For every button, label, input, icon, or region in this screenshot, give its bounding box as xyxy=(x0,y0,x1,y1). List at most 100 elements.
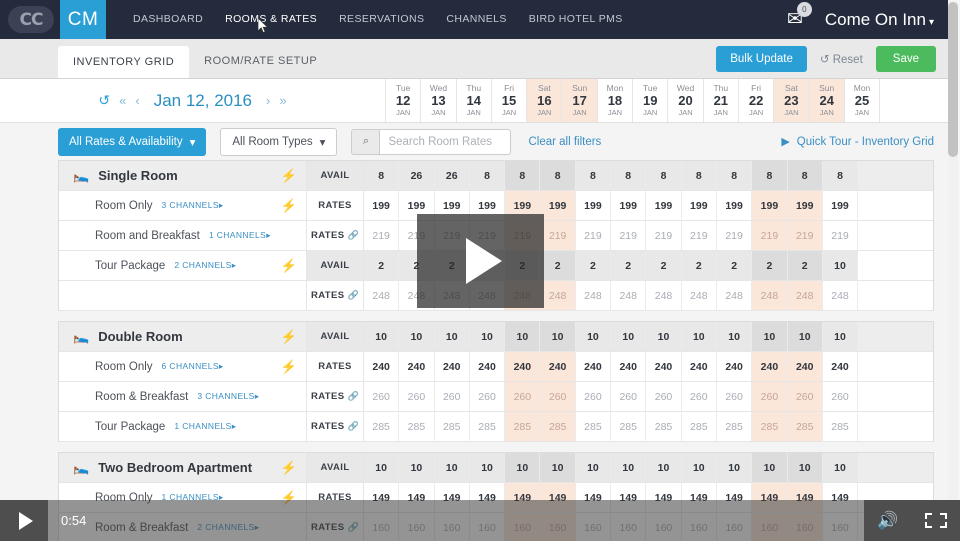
date-column-22[interactable]: Fri 22 JAN xyxy=(737,79,773,122)
grid-cell[interactable]: 8 xyxy=(646,161,682,190)
grid-cell[interactable]: 10 xyxy=(822,453,859,482)
grid-cell[interactable]: 10 xyxy=(611,322,647,351)
grid-cell[interactable]: 248 xyxy=(716,281,753,310)
grid-cell[interactable]: 8 xyxy=(822,161,859,190)
date-column-13[interactable]: Wed 13 JAN xyxy=(420,79,455,122)
grid-cell[interactable]: 10 xyxy=(364,322,400,351)
grid-cell[interactable]: 2 xyxy=(681,251,717,280)
grid-cell[interactable]: 10 xyxy=(434,453,470,482)
grid-cell[interactable]: 26 xyxy=(399,161,435,190)
lightning-bolt-icon[interactable]: ⚡ xyxy=(281,168,297,184)
video-play-overlay-button[interactable] xyxy=(417,214,544,308)
grid-cell[interactable]: 260 xyxy=(364,382,400,411)
grid-cell[interactable]: 285 xyxy=(611,412,647,441)
tab-inventory-grid[interactable]: INVENTORY GRID xyxy=(58,46,190,78)
room-types-dropdown[interactable]: All Room Types ▾ xyxy=(220,127,338,156)
messages-button[interactable]: ✉ 0 xyxy=(787,2,812,29)
grid-cell[interactable]: 10 xyxy=(822,322,859,351)
grid-cell[interactable]: 199 xyxy=(752,191,788,220)
grid-cell[interactable]: 2 xyxy=(575,251,612,280)
clear-all-filters-link[interactable]: Clear all filters xyxy=(528,136,601,148)
account-menu[interactable]: Come On Inn ▾ xyxy=(825,10,934,30)
grid-cell[interactable]: 240 xyxy=(681,352,717,381)
grid-cell[interactable]: 10 xyxy=(716,453,753,482)
grid-cell[interactable]: 219 xyxy=(822,221,859,250)
grid-cell[interactable]: 260 xyxy=(716,382,753,411)
scrollbar-thumb[interactable] xyxy=(948,2,958,157)
grid-cell[interactable]: 199 xyxy=(822,191,859,220)
grid-cell[interactable]: 240 xyxy=(716,352,753,381)
grid-cell[interactable]: 8 xyxy=(469,161,506,190)
grid-cell[interactable]: 285 xyxy=(540,412,576,441)
date-column-15[interactable]: Fri 15 JAN xyxy=(490,79,526,122)
grid-cell[interactable]: 8 xyxy=(752,161,788,190)
grid-cell[interactable]: 10 xyxy=(752,453,788,482)
grid-cell[interactable]: 240 xyxy=(822,352,859,381)
grid-cell[interactable]: 260 xyxy=(469,382,506,411)
grid-cell[interactable]: 10 xyxy=(822,251,859,280)
grid-cell[interactable]: 285 xyxy=(505,412,541,441)
grid-cell[interactable]: 2 xyxy=(540,251,576,280)
grid-cell[interactable]: 260 xyxy=(505,382,541,411)
grid-cell[interactable]: 285 xyxy=(787,412,823,441)
grid-cell[interactable]: 10 xyxy=(399,453,435,482)
date-column-24[interactable]: Sun 24 JAN xyxy=(808,79,844,122)
player-volume-button[interactable]: 🔊 xyxy=(864,500,912,541)
grid-cell[interactable]: 240 xyxy=(611,352,647,381)
grid-cell[interactable]: 10 xyxy=(469,453,506,482)
grid-cell[interactable]: 240 xyxy=(752,352,788,381)
grid-cell[interactable]: 10 xyxy=(646,322,682,351)
grid-cell[interactable]: 10 xyxy=(646,453,682,482)
grid-cell[interactable]: 10 xyxy=(540,322,576,351)
grid-cell[interactable]: 199 xyxy=(611,191,647,220)
next-jump-icon[interactable]: » xyxy=(279,93,286,108)
page-scrollbar[interactable] xyxy=(948,2,958,539)
grid-cell[interactable]: 26 xyxy=(434,161,470,190)
grid-cell[interactable]: 8 xyxy=(716,161,753,190)
grid-cell[interactable]: 8 xyxy=(364,161,400,190)
grid-cell[interactable]: 248 xyxy=(540,281,576,310)
grid-cell[interactable]: 8 xyxy=(505,161,541,190)
grid-cell[interactable]: 2 xyxy=(364,251,400,280)
grid-cell[interactable]: 8 xyxy=(611,161,647,190)
grid-cell[interactable]: 10 xyxy=(611,453,647,482)
grid-cell[interactable]: 199 xyxy=(575,191,612,220)
save-button[interactable]: Save xyxy=(875,46,936,72)
grid-cell[interactable]: 219 xyxy=(540,221,576,250)
grid-cell[interactable]: 285 xyxy=(716,412,753,441)
channels-link[interactable]: 1 CHANNELS▸ xyxy=(174,421,236,432)
grid-cell[interactable]: 219 xyxy=(364,221,400,250)
grid-cell[interactable]: 219 xyxy=(575,221,612,250)
grid-cell[interactable]: 219 xyxy=(681,221,717,250)
nav-item-rooms-rates[interactable]: ROOMS & RATES xyxy=(214,0,328,39)
date-column-25[interactable]: Mon 25 JAN xyxy=(843,79,879,122)
grid-cell[interactable]: 260 xyxy=(787,382,823,411)
grid-cell[interactable]: 248 xyxy=(681,281,717,310)
grid-cell[interactable]: 260 xyxy=(681,382,717,411)
grid-cell[interactable]: 10 xyxy=(434,322,470,351)
grid-cell[interactable]: 8 xyxy=(787,161,823,190)
grid-cell[interactable]: 260 xyxy=(575,382,612,411)
grid-cell[interactable]: 10 xyxy=(505,453,541,482)
current-date-label[interactable]: Jan 12, 2016 xyxy=(149,91,257,111)
rates-availability-dropdown[interactable]: All Rates & Availability ▾ xyxy=(58,127,207,156)
grid-cell[interactable]: 2 xyxy=(752,251,788,280)
grid-cell[interactable]: 248 xyxy=(752,281,788,310)
grid-cell[interactable]: 10 xyxy=(540,453,576,482)
quick-tour-link[interactable]: ▶ Quick Tour - Inventory Grid xyxy=(781,135,934,149)
search-icon[interactable]: ⌕ xyxy=(351,128,380,155)
prev-jump-icon[interactable]: « xyxy=(119,93,126,108)
grid-cell[interactable]: 10 xyxy=(364,453,400,482)
lightning-bolt-icon[interactable]: ⚡ xyxy=(281,258,297,274)
grid-cell[interactable]: 285 xyxy=(469,412,506,441)
grid-cell[interactable]: 260 xyxy=(540,382,576,411)
date-column-12[interactable]: Tue 12 JAN xyxy=(385,79,420,122)
lightning-bolt-icon[interactable]: ⚡ xyxy=(281,460,297,476)
grid-cell[interactable]: 199 xyxy=(716,191,753,220)
tab-room-rate-setup[interactable]: ROOM/RATE SETUP xyxy=(189,46,332,76)
grid-cell[interactable]: 260 xyxy=(611,382,647,411)
grid-cell[interactable]: 240 xyxy=(434,352,470,381)
lightning-bolt-icon[interactable]: ⚡ xyxy=(281,359,297,375)
player-play-button[interactable] xyxy=(0,500,48,541)
grid-cell[interactable]: 240 xyxy=(364,352,400,381)
